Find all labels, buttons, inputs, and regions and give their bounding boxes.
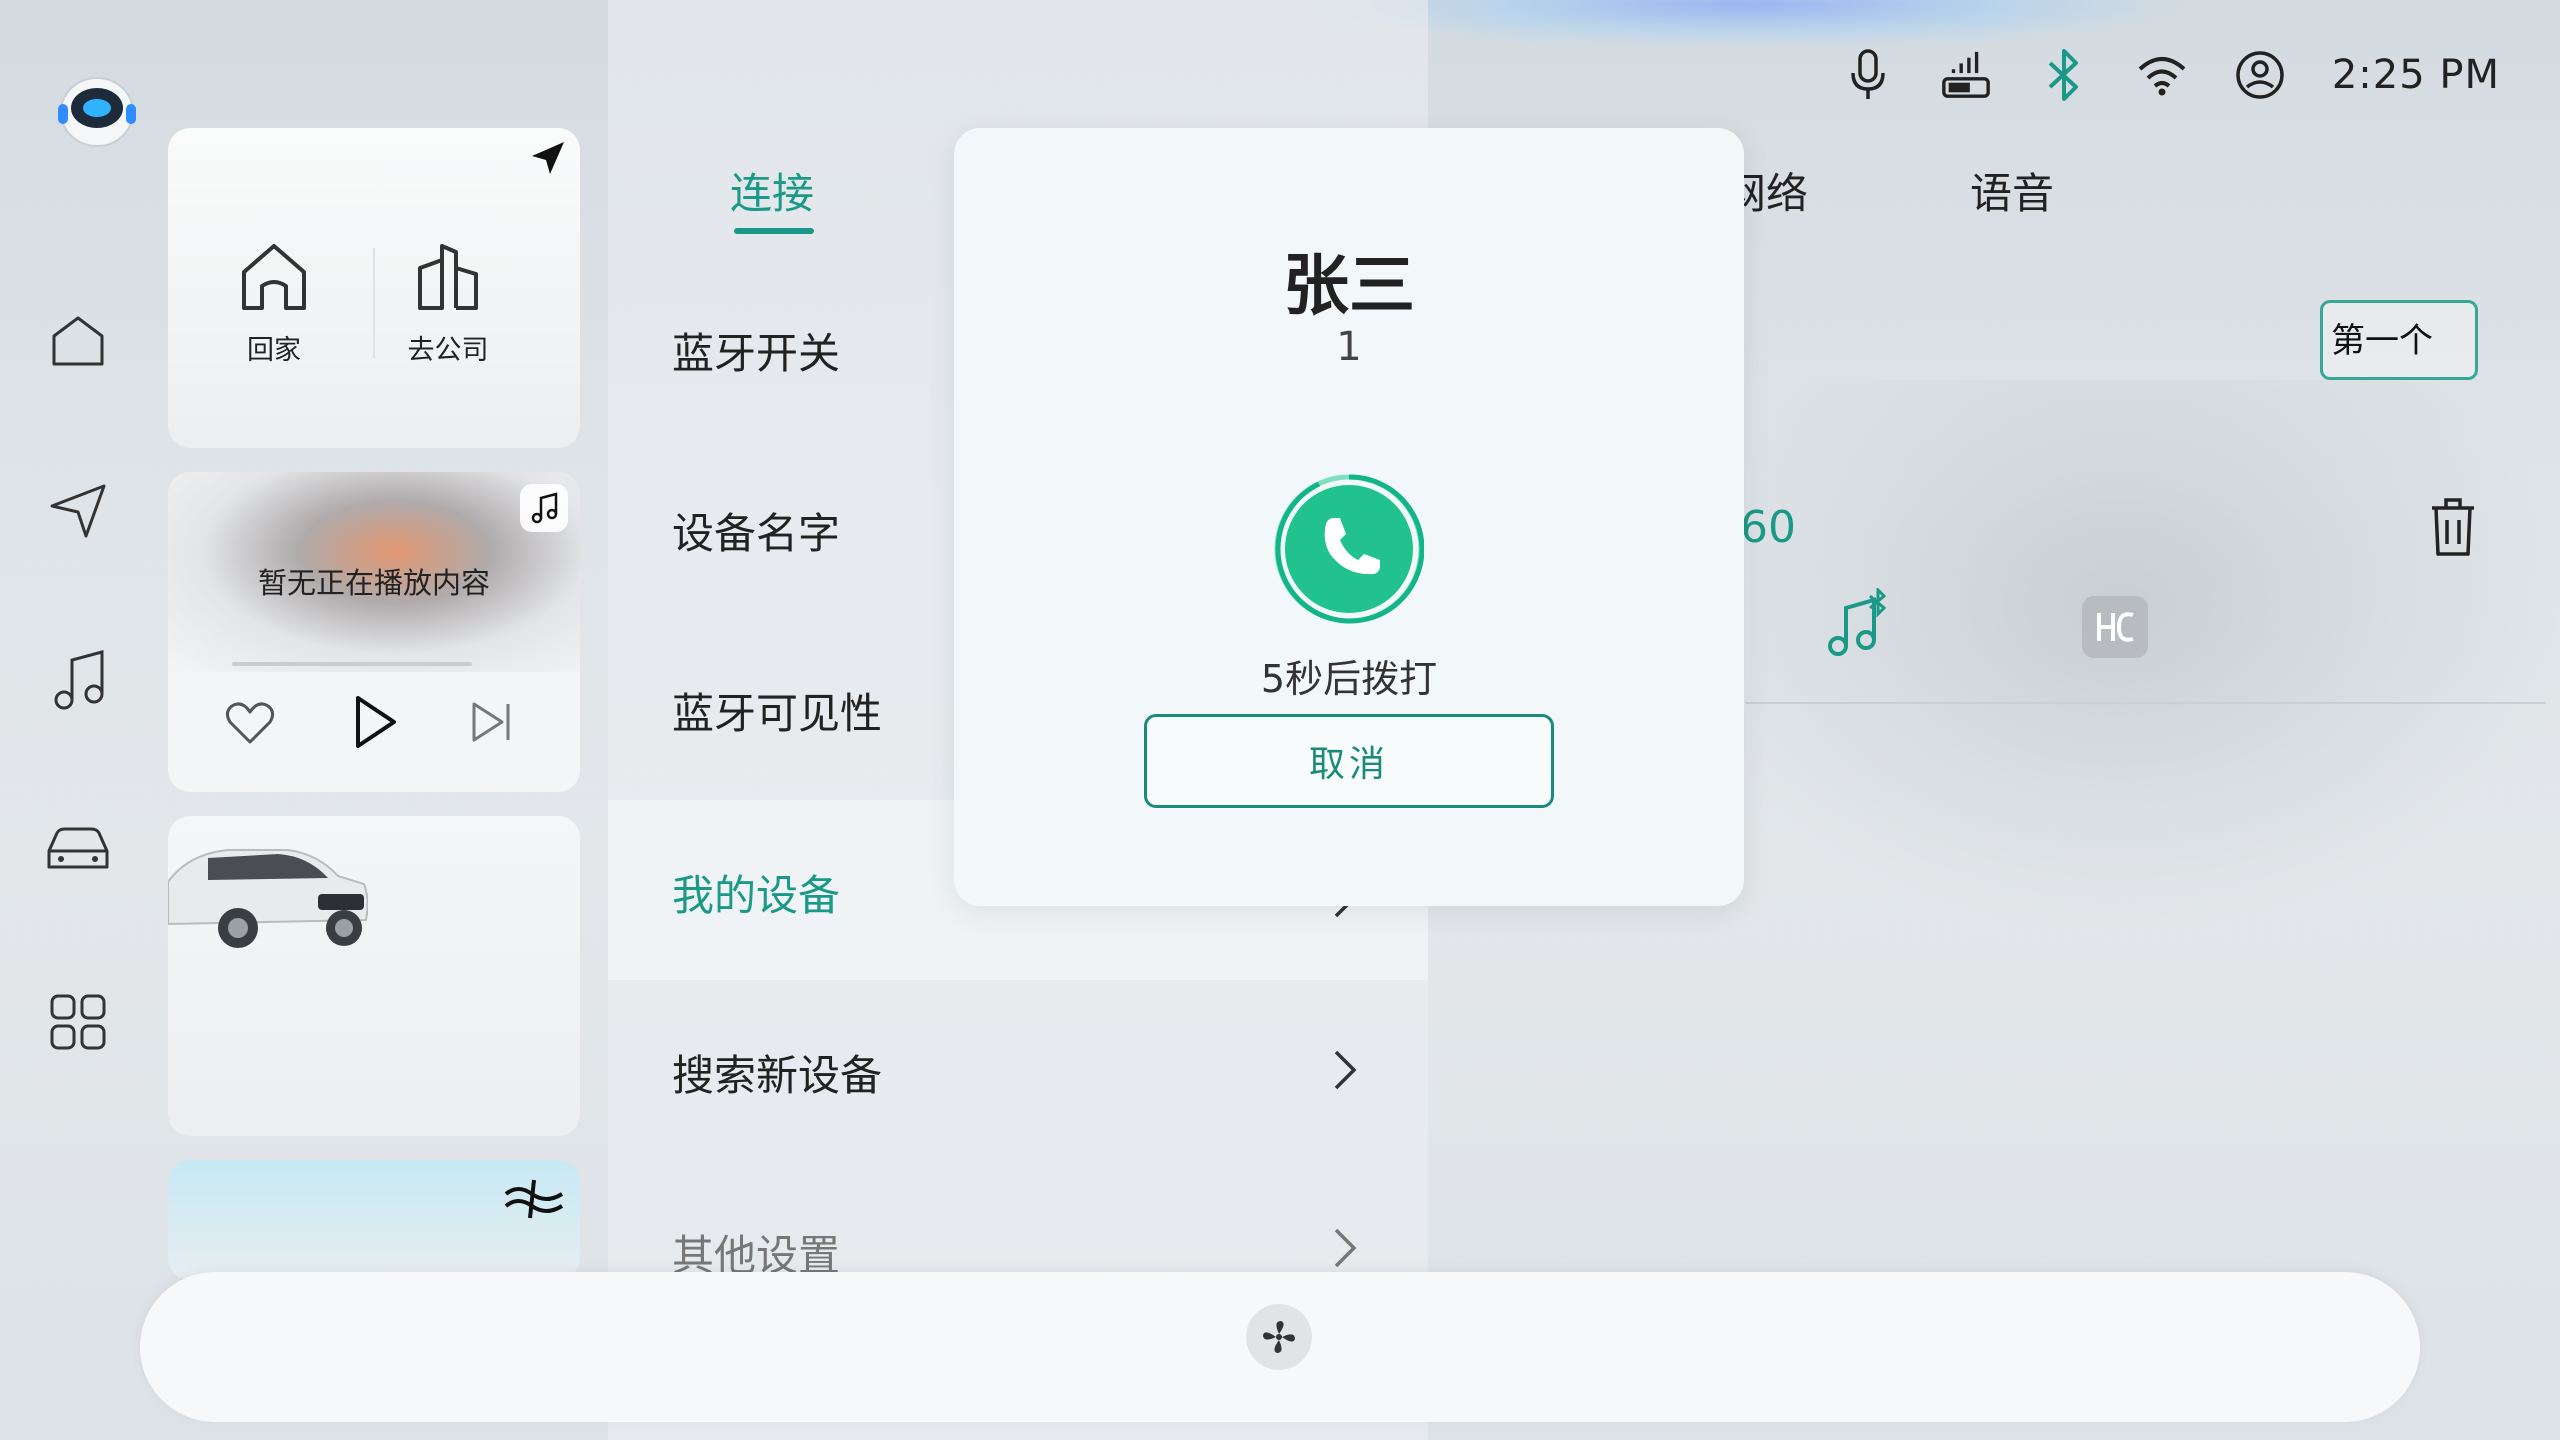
fan-icon[interactable] xyxy=(1246,1304,1312,1370)
go-home-button[interactable]: 回家 xyxy=(204,238,344,367)
car-image xyxy=(168,849,368,948)
device-tag-button[interactable]: 第一个 xyxy=(2320,300,2478,380)
music-progress-bar[interactable] xyxy=(232,662,472,666)
countdown-text: 5秒后拨打 xyxy=(1260,657,1438,701)
favorite-heart-icon[interactable] xyxy=(224,698,276,750)
defrost-icon[interactable] xyxy=(504,1176,564,1224)
caller-name: 张三 xyxy=(1283,247,1415,324)
bluetooth-icon[interactable] xyxy=(2038,49,2090,101)
signal-icon xyxy=(1940,49,1992,101)
location-arrow-icon[interactable] xyxy=(526,136,570,184)
next-track-icon[interactable] xyxy=(468,698,516,750)
menu-bluetooth-visibility[interactable]: 蓝牙可见性 xyxy=(672,680,882,741)
device-value-text: 60 xyxy=(1740,502,1796,553)
climate-card[interactable] xyxy=(168,1160,580,1280)
microphone-icon[interactable] xyxy=(1842,49,1894,101)
now-playing-text: 暂无正在播放内容 xyxy=(257,566,490,600)
menu-device-name[interactable]: 设备名字 xyxy=(672,500,840,561)
car-icon[interactable] xyxy=(42,812,114,884)
cancel-button[interactable]: 取消 xyxy=(1144,714,1554,808)
call-dialog: 张三 1 5秒后拨打 取消 xyxy=(954,128,1744,906)
voice-assistant-robot-icon[interactable] xyxy=(52,66,142,150)
trash-icon[interactable] xyxy=(2428,496,2478,562)
go-company-label: 去公司 xyxy=(407,335,489,366)
user-icon[interactable] xyxy=(2234,49,2286,101)
tab-underline xyxy=(734,228,814,234)
apps-icon[interactable] xyxy=(42,986,114,1058)
chevron-right-icon xyxy=(1334,1050,1357,1090)
navigation-card: 回家 去公司 xyxy=(168,128,580,448)
menu-bluetooth-switch[interactable]: 蓝牙开关 xyxy=(672,320,840,381)
tab-connection[interactable]: 连接 xyxy=(730,160,814,221)
play-icon[interactable] xyxy=(348,694,400,754)
home-icon[interactable] xyxy=(42,304,114,376)
music-icon[interactable] xyxy=(42,644,114,716)
caller-number: 1 xyxy=(1336,324,1362,370)
device-divider xyxy=(1746,702,2546,704)
music-note-icon xyxy=(520,484,568,532)
navigation-icon[interactable] xyxy=(42,474,114,546)
menu-my-devices[interactable]: 我的设备 xyxy=(672,862,840,923)
clock: 2:25 PM xyxy=(2331,52,2500,98)
go-home-label: 回家 xyxy=(247,335,301,366)
go-company-button[interactable]: 去公司 xyxy=(378,238,518,367)
tab-voice[interactable]: 语音 xyxy=(1970,160,2054,221)
hicar-icon[interactable] xyxy=(2082,596,2148,658)
vehicle-card[interactable] xyxy=(168,816,580,1136)
bluetooth-music-icon[interactable] xyxy=(1826,586,1888,662)
music-card: 暂无正在播放内容 xyxy=(168,472,580,792)
status-bar: 2:25 PM xyxy=(1842,40,2500,110)
wifi-icon[interactable] xyxy=(2136,49,2188,101)
call-button[interactable] xyxy=(1274,474,1425,624)
card-divider xyxy=(373,248,375,358)
menu-search-devices[interactable]: 搜索新设备 xyxy=(672,1042,882,1103)
chevron-right-icon xyxy=(1334,1228,1357,1268)
